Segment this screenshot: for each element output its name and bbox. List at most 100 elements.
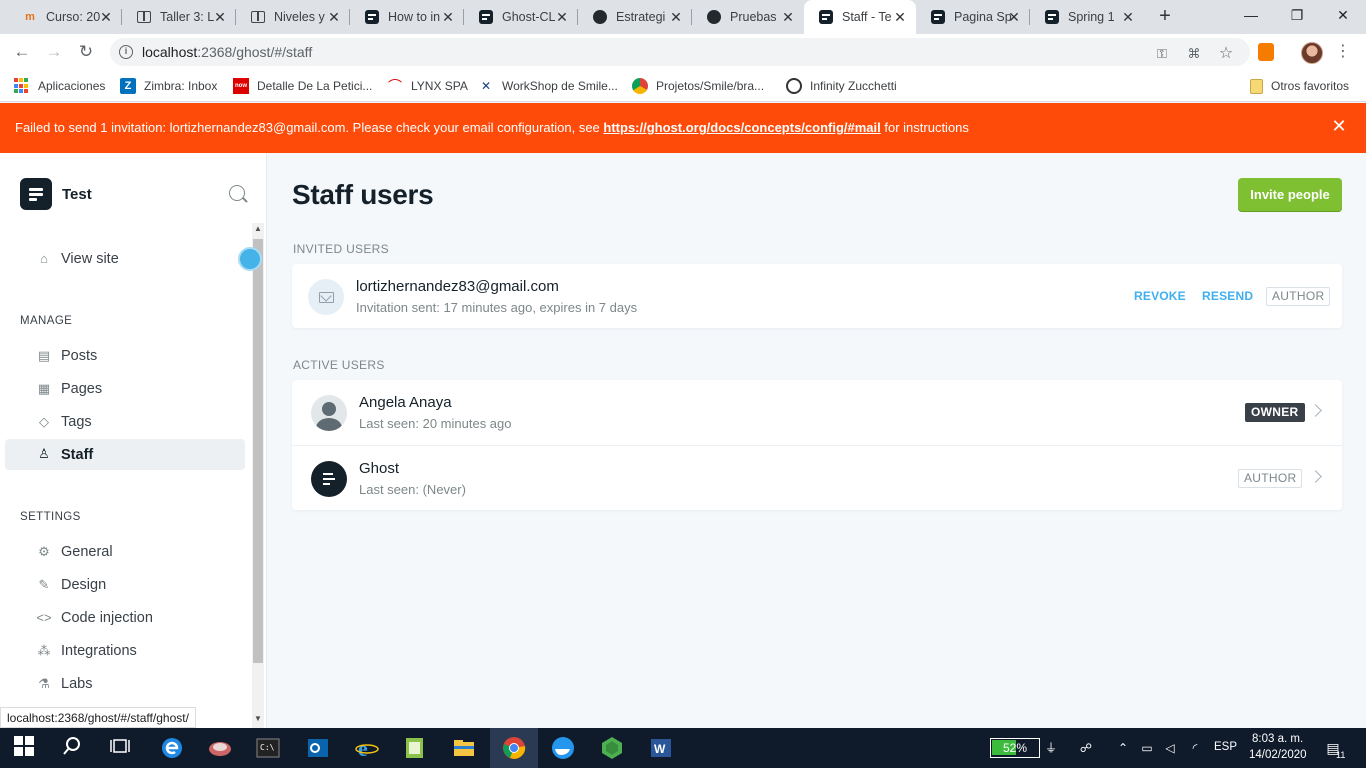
nodejs-icon[interactable] <box>600 736 624 760</box>
notepad-icon[interactable] <box>403 736 427 760</box>
extension-icon[interactable] <box>1258 43 1274 61</box>
wifi-icon[interactable]: ◜ <box>1187 740 1203 756</box>
key-icon[interactable]: ⚿ <box>1154 46 1170 62</box>
sidebar-item-design[interactable]: ✎ Design <box>5 570 245 600</box>
invited-users-heading: INVITED USERS <box>293 242 389 256</box>
alert-suffix: for instructions <box>880 120 969 135</box>
close-icon[interactable]: ✕ <box>1120 9 1136 25</box>
chevron-up-icon[interactable]: ⌃ <box>1115 740 1131 756</box>
nav-label: Posts <box>61 348 98 364</box>
browser-tab[interactable]: Pagina Sp ✕ <box>916 0 1030 34</box>
bookmark-item[interactable]: ⌒ LYNX SPA <box>387 76 468 96</box>
docker-icon[interactable] <box>551 736 575 760</box>
tab-title: Niveles y <box>274 10 325 24</box>
browser-tab[interactable]: Taller 3: L ✕ <box>122 0 236 34</box>
battery-indicator[interactable]: 52% <box>990 738 1040 758</box>
sidebar-item-staff[interactable]: ♙ Staff <box>5 439 245 470</box>
resend-button[interactable]: RESEND <box>1202 289 1253 303</box>
clock-date[interactable]: 14/02/2020 <box>1249 749 1307 761</box>
browser-tab[interactable]: Niveles y ✕ <box>236 0 350 34</box>
sidebar-item-integrations[interactable]: ⁂ Integrations <box>5 636 245 666</box>
bookmark-item[interactable]: ✕ WorkShop de Smile... <box>478 76 618 96</box>
sidebar-item-posts[interactable]: ▤ Posts <box>5 341 245 371</box>
url-text[interactable]: localhost:2368/ghost/#/staff <box>142 44 312 60</box>
browser-tab[interactable]: Pruebas ✕ <box>692 0 804 34</box>
word-icon[interactable]: W <box>649 736 673 760</box>
close-icon[interactable]: ✕ <box>780 9 796 25</box>
file-explorer-icon[interactable] <box>452 736 476 760</box>
forward-button[interactable]: → <box>42 40 66 64</box>
close-icon[interactable]: ✕ <box>326 9 342 25</box>
sidebar-scrollbar[interactable]: ▲ ▼ <box>252 223 264 728</box>
app-icon[interactable] <box>208 736 232 760</box>
minimize-button[interactable]: — <box>1228 0 1274 30</box>
clock-time[interactable]: 8:03 a. m. <box>1252 733 1303 745</box>
bookmark-item[interactable]: Aplicaciones <box>14 76 105 96</box>
close-icon[interactable]: ✕ <box>212 9 228 25</box>
bookmark-label: Otros favoritos <box>1271 79 1350 93</box>
scrollbar-thumb[interactable] <box>253 239 263 663</box>
terminal-icon[interactable]: C:\ <box>256 736 280 760</box>
address-bar[interactable]: i localhost:2368/ghost/#/staff ⚿ ⌘ ☆ <box>110 38 1250 66</box>
new-tab-button[interactable]: + <box>1154 6 1176 28</box>
close-icon[interactable]: ✕ <box>554 9 570 25</box>
close-icon[interactable]: ✕ <box>892 9 908 25</box>
bookmark-item[interactable]: Infinity Zucchetti <box>786 76 897 96</box>
view-site-link[interactable]: ⌂ View site <box>5 244 245 274</box>
input-language[interactable]: ESP <box>1214 741 1237 753</box>
edge-icon[interactable] <box>160 736 184 760</box>
people-icon[interactable]: ☍ <box>1078 740 1094 756</box>
back-button[interactable]: ← <box>10 40 34 64</box>
close-icon[interactable]: ✕ <box>440 9 456 25</box>
search-icon[interactable] <box>229 185 245 201</box>
invite-people-button[interactable]: Invite people <box>1238 178 1342 212</box>
star-icon[interactable]: ☆ <box>1218 46 1234 62</box>
revoke-button[interactable]: REVOKE <box>1134 289 1186 303</box>
bookmark-item[interactable]: Z Zimbra: Inbox <box>120 76 217 96</box>
close-icon[interactable]: ✕ <box>1006 9 1022 25</box>
profile-avatar[interactable] <box>1301 42 1323 64</box>
internet-explorer-icon[interactable]: e <box>355 736 379 761</box>
browser-tab[interactable]: m Curso: 20 ✕ <box>8 0 122 34</box>
volume-icon[interactable]: ◁ <box>1162 740 1178 756</box>
sidebar-item-pages[interactable]: ▦ Pages <box>5 374 245 404</box>
sidebar-item-tags[interactable]: ◇ Tags <box>5 407 245 437</box>
site-brand[interactable]: Test <box>20 178 92 210</box>
browser-toolbar: ← → ↻ i localhost:2368/ghost/#/staff ⚿ ⌘… <box>0 34 1366 70</box>
translate-icon[interactable]: ⌘ <box>1186 46 1202 62</box>
browser-tab-active[interactable]: Staff - Te ✕ <box>804 0 916 34</box>
browser-tab[interactable]: Estrategi ✕ <box>578 0 692 34</box>
browser-tab[interactable]: Ghost-CL ✕ <box>464 0 578 34</box>
user-row[interactable]: Ghost Last seen: (Never) AUTHOR <box>292 445 1342 510</box>
user-row[interactable]: Angela Anaya Last seen: 20 minutes ago O… <box>292 380 1342 445</box>
sidebar-item-labs[interactable]: ⚗ Labs <box>5 669 245 699</box>
menu-icon[interactable]: ⋮ <box>1333 42 1353 62</box>
bookmark-item[interactable]: now Detalle De La Petici... <box>233 76 372 96</box>
sidebar-item-general[interactable]: ⚙ General <box>5 537 245 567</box>
close-icon[interactable]: ✕ <box>1330 117 1348 135</box>
outlook-icon[interactable] <box>306 736 330 760</box>
windows-start-icon[interactable] <box>14 736 38 760</box>
bookmark-folder[interactable]: Otros favoritos <box>1250 76 1349 96</box>
network-icon[interactable]: ▭ <box>1139 740 1155 756</box>
reload-button[interactable]: ↻ <box>74 40 98 64</box>
sidebar-item-code-injection[interactable]: <> Code injection <box>5 603 245 633</box>
power-plug-icon[interactable]: ⏚ <box>1043 740 1059 756</box>
close-icon[interactable]: ✕ <box>98 9 114 25</box>
scroll-up-icon[interactable]: ▲ <box>252 223 264 235</box>
search-icon[interactable] <box>62 736 86 760</box>
book-icon <box>136 9 152 25</box>
info-icon[interactable]: i <box>119 45 133 59</box>
bookmark-item[interactable]: Projetos/Smile/bra... <box>632 76 764 96</box>
close-icon[interactable]: ✕ <box>668 9 684 25</box>
chrome-icon[interactable] <box>502 736 526 760</box>
nav-label: General <box>61 544 113 560</box>
browser-tab[interactable]: Spring 1 ✕ <box>1030 0 1144 34</box>
scroll-down-icon[interactable]: ▼ <box>252 713 264 725</box>
task-view-icon[interactable] <box>110 736 134 760</box>
window-close-button[interactable]: ✕ <box>1320 0 1366 30</box>
alert-config-link[interactable]: https://ghost.org/docs/concepts/config/#… <box>603 120 880 135</box>
nav-label: Code injection <box>61 610 153 626</box>
maximize-button[interactable]: ❐ <box>1274 0 1320 30</box>
browser-tab[interactable]: How to in ✕ <box>350 0 464 34</box>
